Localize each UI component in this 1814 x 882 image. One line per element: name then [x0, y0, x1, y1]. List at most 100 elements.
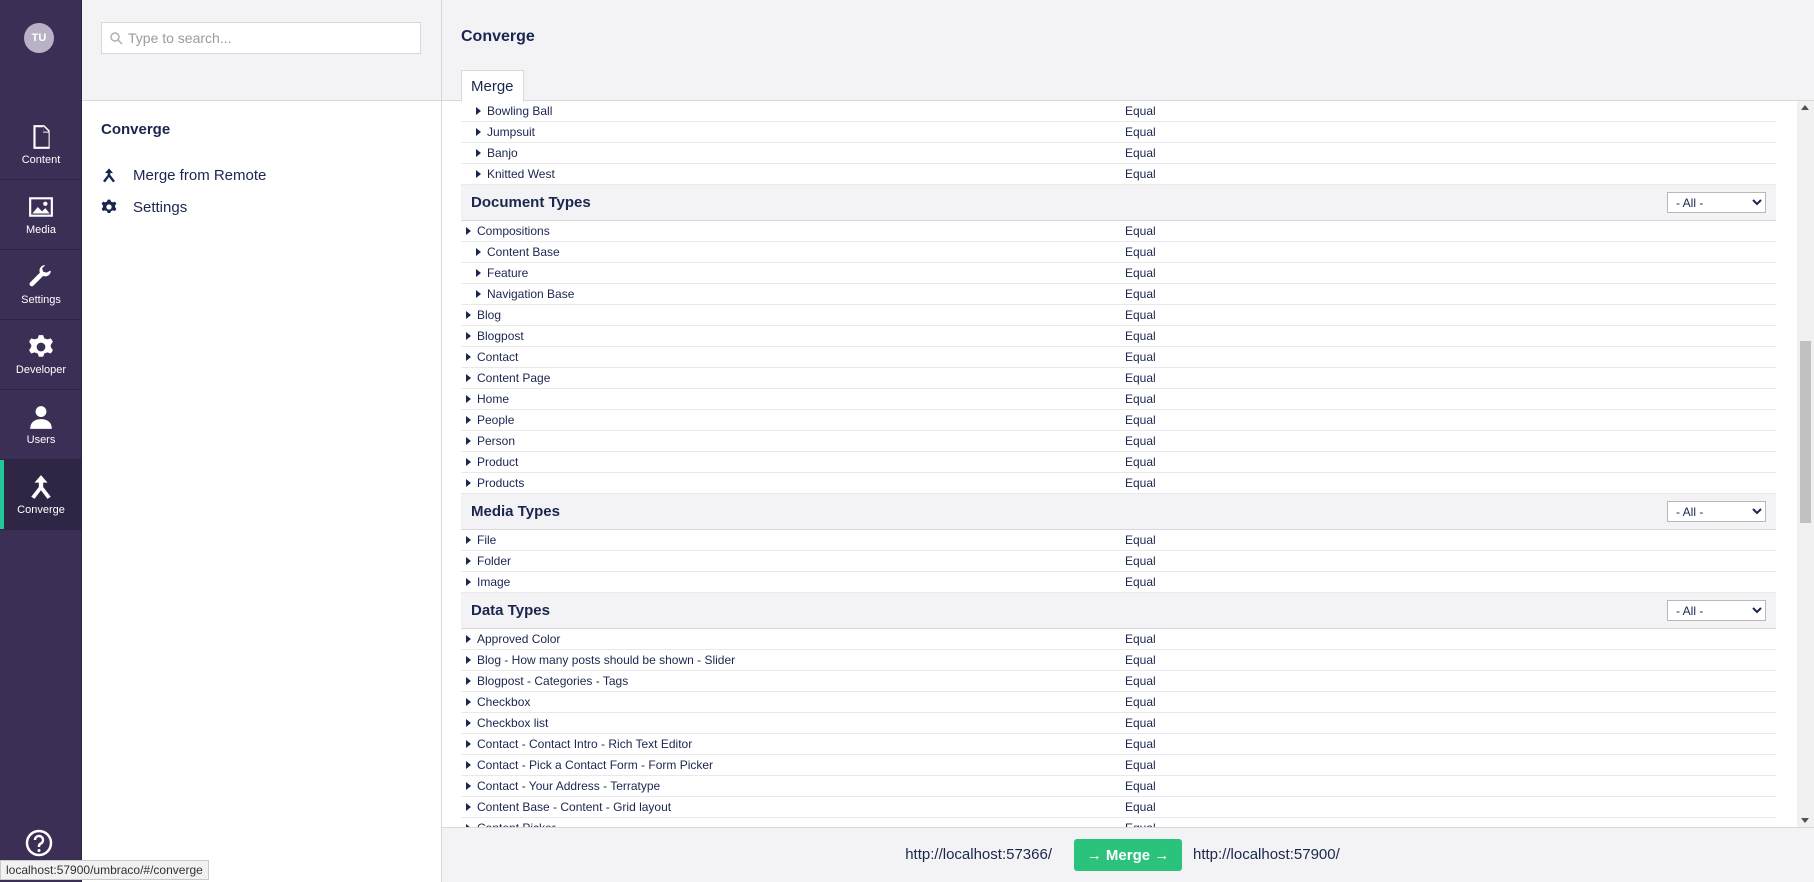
- table-row[interactable]: Banjo Equal: [461, 143, 1776, 164]
- expand-caret-icon[interactable]: [466, 311, 471, 319]
- help-icon[interactable]: [25, 829, 53, 857]
- search-input[interactable]: [101, 22, 421, 54]
- search-icon: [110, 32, 123, 45]
- row-status: Equal: [1125, 575, 1156, 589]
- row-name: Content Base: [487, 245, 560, 259]
- table-row[interactable]: Image Equal: [461, 572, 1776, 593]
- rail-item-media[interactable]: Media: [0, 180, 82, 250]
- rail-item-users[interactable]: Users: [0, 390, 82, 460]
- expand-caret-icon[interactable]: [466, 458, 471, 466]
- merge-icon: [103, 168, 115, 183]
- table-row[interactable]: Products Equal: [461, 473, 1776, 494]
- expand-caret-icon[interactable]: [476, 170, 481, 178]
- expand-caret-icon[interactable]: [466, 374, 471, 382]
- merge-button[interactable]: → Merge →: [1074, 839, 1182, 871]
- row-name: Blogpost: [477, 329, 524, 343]
- expand-caret-icon[interactable]: [476, 269, 481, 277]
- section-filter-select[interactable]: - All -: [1667, 600, 1766, 621]
- expand-caret-icon[interactable]: [466, 803, 471, 811]
- row-name: Checkbox list: [477, 716, 549, 730]
- table-row[interactable]: Content Page Equal: [461, 368, 1776, 389]
- expand-caret-icon[interactable]: [466, 416, 471, 424]
- table-row[interactable]: Blog Equal: [461, 305, 1776, 326]
- tree-header: [82, 0, 441, 101]
- browser-status-bar: localhost:57900/umbraco/#/converge: [0, 860, 209, 880]
- expand-caret-icon[interactable]: [466, 557, 471, 565]
- table-row[interactable]: Contact Equal: [461, 347, 1776, 368]
- expand-caret-icon[interactable]: [466, 395, 471, 403]
- expand-caret-icon[interactable]: [466, 227, 471, 235]
- expand-caret-icon[interactable]: [466, 656, 471, 664]
- wrench-icon: [29, 265, 51, 287]
- expand-caret-icon[interactable]: [466, 479, 471, 487]
- section-filter-select[interactable]: - All -: [1667, 192, 1766, 213]
- tree-node-merge-from-remote[interactable]: Merge from Remote: [101, 164, 266, 186]
- rail-item-settings[interactable]: Settings: [0, 250, 82, 320]
- table-row[interactable]: Contact - Pick a Contact Form - Form Pic…: [461, 755, 1776, 776]
- expand-caret-icon[interactable]: [466, 698, 471, 706]
- table-row[interactable]: Person Equal: [461, 431, 1776, 452]
- table-row[interactable]: Checkbox list Equal: [461, 713, 1776, 734]
- table-row[interactable]: Contact - Your Address - Terratype Equal: [461, 776, 1776, 797]
- table-row[interactable]: Blogpost - Categories - Tags Equal: [461, 671, 1776, 692]
- expand-caret-icon[interactable]: [476, 128, 481, 136]
- tab-merge[interactable]: Merge: [461, 70, 524, 102]
- table-row[interactable]: Compositions Equal: [461, 221, 1776, 242]
- row-name: Person: [477, 434, 516, 448]
- expand-caret-icon[interactable]: [476, 248, 481, 256]
- table-row[interactable]: Blog - How many posts should be shown - …: [461, 650, 1776, 671]
- expand-caret-icon[interactable]: [466, 782, 471, 790]
- table-row[interactable]: File Equal: [461, 530, 1776, 551]
- row-name: Folder: [477, 554, 512, 568]
- section-header: Data Types - All -: [461, 593, 1776, 629]
- image-icon: [29, 197, 53, 217]
- expand-caret-icon[interactable]: [466, 677, 471, 685]
- comparison-list[interactable]: Bowling Ball Equal Jumpsuit Equal Banjo Equal…: [442, 101, 1814, 827]
- table-row[interactable]: Product Equal: [461, 452, 1776, 473]
- table-row[interactable]: Knitted West Equal: [461, 164, 1776, 185]
- table-row[interactable]: Bowling Ball Equal: [461, 101, 1776, 122]
- table-row[interactable]: Feature Equal: [461, 263, 1776, 284]
- expand-caret-icon[interactable]: [466, 578, 471, 586]
- table-row[interactable]: Navigation Base Equal: [461, 284, 1776, 305]
- table-row[interactable]: People Equal: [461, 410, 1776, 431]
- expand-caret-icon[interactable]: [476, 149, 481, 157]
- section-title: Document Types: [471, 194, 591, 211]
- table-row[interactable]: Contact - Contact Intro - Rich Text Edit…: [461, 734, 1776, 755]
- expand-caret-icon[interactable]: [476, 290, 481, 298]
- table-row[interactable]: Checkbox Equal: [461, 692, 1776, 713]
- row-name: Banjo: [487, 146, 518, 160]
- row-name: Home: [477, 392, 510, 406]
- rail-item-developer[interactable]: Developer: [0, 320, 82, 390]
- row-name: Knitted West: [487, 167, 555, 181]
- comparison-rows: Bowling Ball Equal Jumpsuit Equal Banjo Equal…: [461, 101, 1776, 827]
- table-row[interactable]: Content Base Equal: [461, 242, 1776, 263]
- scroll-thumb[interactable]: [1800, 341, 1811, 523]
- app-rail: TU Content Media Settings Developer User…: [0, 0, 82, 882]
- scroll-up-arrow-icon[interactable]: [1801, 105, 1809, 110]
- expand-caret-icon[interactable]: [466, 740, 471, 748]
- tree-node-settings[interactable]: Settings: [101, 196, 187, 218]
- table-row[interactable]: Jumpsuit Equal: [461, 122, 1776, 143]
- rail-item-content[interactable]: Content: [0, 110, 82, 180]
- vertical-scrollbar[interactable]: [1797, 101, 1814, 827]
- rail-item-converge[interactable]: Converge: [0, 460, 82, 530]
- expand-caret-icon[interactable]: [466, 332, 471, 340]
- expand-caret-icon[interactable]: [466, 719, 471, 727]
- expand-caret-icon[interactable]: [466, 536, 471, 544]
- table-row[interactable]: Approved Color Equal: [461, 629, 1776, 650]
- table-row[interactable]: Content PickerEqual: [461, 818, 1776, 827]
- expand-caret-icon[interactable]: [476, 107, 481, 115]
- section-filter-select[interactable]: - All -: [1667, 501, 1766, 522]
- table-row[interactable]: Blogpost Equal: [461, 326, 1776, 347]
- expand-caret-icon[interactable]: [466, 635, 471, 643]
- table-row[interactable]: Content Base - Content - Grid layout Equa…: [461, 797, 1776, 818]
- scroll-down-arrow-icon[interactable]: [1801, 818, 1809, 823]
- table-row[interactable]: Folder Equal: [461, 551, 1776, 572]
- expand-caret-icon[interactable]: [466, 353, 471, 361]
- expand-caret-icon[interactable]: [466, 761, 471, 769]
- user-avatar[interactable]: TU: [24, 23, 54, 53]
- table-row[interactable]: Home Equal: [461, 389, 1776, 410]
- expand-caret-icon[interactable]: [466, 437, 471, 445]
- row-status: Equal: [1125, 674, 1156, 688]
